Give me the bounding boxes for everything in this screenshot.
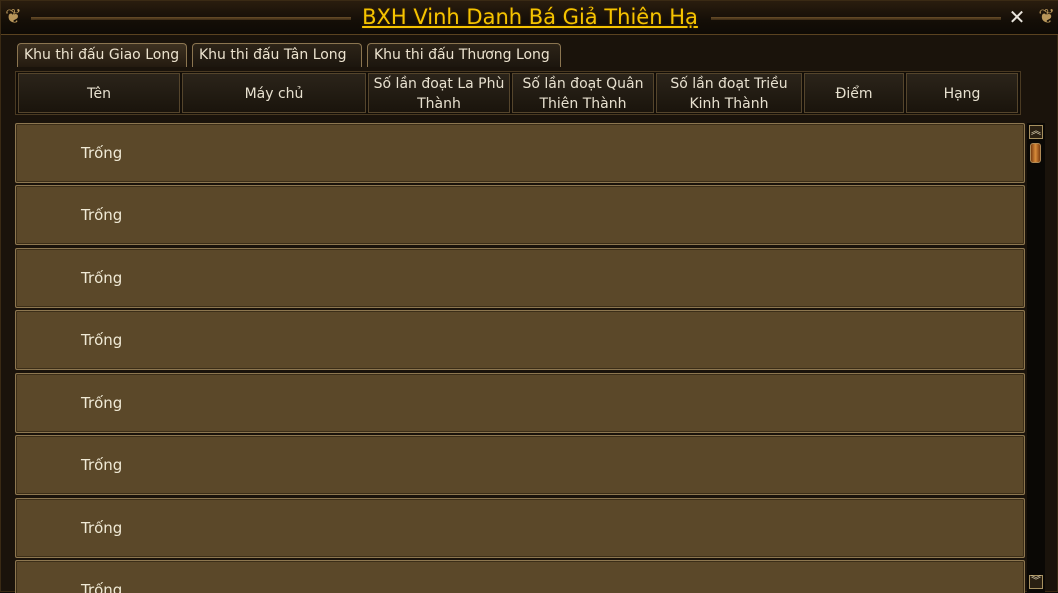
table-row[interactable]: Trống [15,123,1025,183]
row-name: Trống [81,519,123,537]
column-header-trieu-kinh: Số lần đoạt Triều Kinh Thành [656,73,802,113]
close-button[interactable]: ✕ [1007,7,1027,27]
tab-giao-long[interactable]: Khu thi đấu Giao Long [17,43,187,67]
column-header-rank: Hạng [906,73,1018,113]
column-header-trieu-kinh-line1: Số lần đoạt Triều [670,76,788,92]
row-name: Trống [81,206,123,224]
scroll-thumb[interactable] [1030,143,1041,163]
tab-tan-long[interactable]: Khu thi đấu Tân Long [192,43,362,67]
column-header-score: Điểm [804,73,904,113]
row-name: Trống [81,456,123,474]
table-row[interactable]: Trống [15,373,1025,433]
double-chevron-up-icon[interactable]: ︽ [1029,125,1043,139]
table-row[interactable]: Trống [15,498,1025,558]
window-title: BXH Vinh Danh Bá Giả Thiên Hạ [362,5,698,29]
table-row[interactable]: Trống [15,248,1025,308]
column-header-la-phu-line2: Thành [417,96,461,112]
column-header-la-phu: Số lần đoạt La Phù Thành [368,73,510,113]
table-row[interactable]: Trống [15,310,1025,370]
row-name: Trống [81,394,123,412]
column-header-quan-thien: Số lần đoạt Quân Thiên Thành [512,73,654,113]
table-row[interactable]: Trống [15,185,1025,245]
column-header-server: Máy chủ [182,73,366,113]
column-header-quan-thien-line2: Thiên Thành [539,96,627,112]
row-name: Trống [81,144,123,162]
row-name: Trống [81,331,123,349]
title-bar: ❦ BXH Vinh Danh Bá Giả Thiên Hạ ❦ ✕ [1,1,1058,35]
column-header-trieu-kinh-line2: Kinh Thành [689,96,769,112]
column-header-name: Tên [18,73,180,113]
table-row[interactable]: Trống [15,435,1025,495]
ranking-window: ❦ BXH Vinh Danh Bá Giả Thiên Hạ ❦ ✕ Khu … [0,0,1058,593]
ranking-list: Trống Trống Trống Trống Trống Trống Trốn… [15,121,1025,593]
column-header-quan-thien-line1: Số lần đoạt Quân [522,76,644,92]
tab-thuong-long[interactable]: Khu thi đấu Thương Long [367,43,561,67]
row-name: Trống [81,581,123,593]
scrollbar[interactable]: ︽ ︾ [1027,123,1045,593]
column-header-la-phu-line1: Số lần đoạt La Phù [373,76,505,92]
table-row[interactable]: Trống [15,560,1025,593]
corner-ornament-right-icon: ❦ [1038,4,1055,28]
table-header: Tên Máy chủ Số lần đoạt La Phù Thành Số … [15,71,1021,115]
double-chevron-down-icon[interactable]: ︾ [1029,575,1043,589]
row-name: Trống [81,269,123,287]
